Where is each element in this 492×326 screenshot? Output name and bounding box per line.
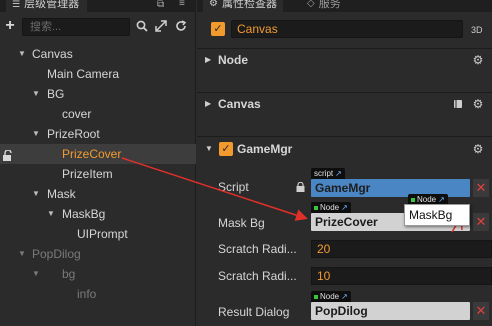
tree-node-label: UIPrompt (77, 227, 128, 241)
tree-node-label: Canvas (32, 47, 73, 61)
hierarchy-toolbar: + (0, 14, 196, 40)
section-canvas-title: Canvas (218, 97, 261, 111)
script-tag-label: script (314, 169, 334, 178)
expand-arrow-icon[interactable]: ▼ (17, 44, 27, 64)
clear-script-button[interactable]: ✕ (473, 179, 489, 197)
cloud-icon: ◇ (307, 0, 315, 9)
add-node-button[interactable]: + (3, 18, 17, 34)
3d-toggle[interactable]: 3D (471, 25, 483, 35)
prop-scratch-radius-2-label: Scratch Radi... (218, 269, 297, 283)
tree-node-label: info (77, 287, 97, 301)
expand-arrow-icon[interactable]: ▼ (17, 244, 27, 264)
search-icon[interactable] (135, 20, 149, 34)
tree-node-label: Mask (47, 187, 76, 201)
tree-node-label: PrizeItem (62, 167, 113, 181)
expand-arrow-icon[interactable]: ▼ (31, 264, 41, 284)
tree-node-main-camera[interactable]: Main Camera (0, 64, 196, 84)
maximize-icon[interactable]: ⧉ (157, 0, 164, 10)
hierarchy-panel: ☰ 层级管理器 ⧉ ≡ + ▼ Canvas Main Camera ▼ BG … (0, 0, 196, 326)
inspector-panel: ⚙ 属性检查器 ◇ 服务 ✓ Canvas 3D ▶ Node ⚙ ▶ Canv… (197, 0, 492, 326)
hierarchy-icon: ☰ (12, 0, 21, 9)
tree-node-uiprompt[interactable]: UIPrompt (0, 224, 196, 244)
node-type-tag: Node ↗ (311, 291, 351, 302)
tab-hierarchy[interactable]: ☰ 层级管理器 (6, 0, 88, 12)
clear-result-dialog-button[interactable]: ✕ (473, 302, 489, 320)
collapse-arrow-icon[interactable]: ▶ (205, 93, 211, 115)
lock-icon[interactable] (2, 148, 12, 161)
tree-node-label: PopDilog (32, 247, 81, 261)
tree-node-bg[interactable]: ▼ BG (0, 84, 196, 104)
hierarchy-tabbar: ☰ 层级管理器 ⧉ ≡ (0, 0, 196, 12)
tree-node-label: cover (62, 107, 92, 121)
tree-node-prizeitem[interactable]: PrizeItem (0, 164, 196, 184)
hierarchy-search-input[interactable] (30, 21, 129, 33)
open-external-icon[interactable]: ↗ (341, 291, 348, 302)
expand-arrow-icon[interactable]: ▼ (31, 84, 41, 104)
tree-node-bg-child[interactable]: ▼ bg (0, 264, 196, 284)
tree-node-label: bg (62, 267, 76, 281)
tree-node-cover[interactable]: cover (0, 104, 196, 124)
lock-icon (296, 181, 305, 195)
tree-node-label: MaskBg (62, 207, 106, 221)
clear-maskbg-button[interactable]: ✕ (473, 213, 489, 231)
refresh-icon[interactable] (174, 20, 188, 34)
gear-icon[interactable]: ⚙ (472, 143, 484, 155)
tab-service[interactable]: ◇ 服务 (301, 0, 347, 12)
tab-hierarchy-label: 层级管理器 (24, 0, 80, 10)
tab-inspector[interactable]: ⚙ 属性检查器 (203, 0, 283, 12)
section-gamemgr-title: GameMgr (237, 142, 293, 156)
prop-maskbg-label: Mask Bg (218, 216, 265, 230)
tree-node-prizecover[interactable]: PrizeCover (0, 144, 196, 164)
result-dialog-field[interactable]: PopDilog (311, 302, 470, 320)
expand-arrow-icon[interactable]: ▼ (31, 184, 41, 204)
tree-node-prizeroot[interactable]: ▼ PrizeRoot (0, 124, 196, 144)
node-type-tag: Node ↗ (311, 202, 351, 213)
tree-node-label: PrizeRoot (47, 127, 100, 141)
prop-result-dialog-label: Result Dialog (218, 305, 290, 319)
tree-node-label: BG (47, 87, 65, 101)
node-dot-icon (314, 205, 318, 210)
tree-node-label: Main Camera (47, 67, 120, 81)
drag-preview-maskbg: MaskBg (404, 204, 470, 226)
prop-script-label: Script (218, 180, 249, 194)
node-active-checkbox[interactable]: ✓ (211, 22, 225, 36)
section-node[interactable]: ▶ Node ⚙ (197, 48, 492, 70)
tree-node-canvas[interactable]: ▼ Canvas (0, 44, 196, 64)
prop-scratch-radius-1-label: Scratch Radi... (218, 242, 297, 256)
tree-node-label: PrizeCover (62, 147, 122, 161)
scratch-radius-2-input[interactable]: 10 (311, 267, 492, 285)
tree-node-info[interactable]: info (0, 284, 196, 304)
expand-arrow-icon[interactable]: ▼ (46, 204, 56, 224)
tree-node-popdilog[interactable]: ▼ PopDilog (0, 244, 196, 264)
open-external-icon[interactable]: ↗ (341, 202, 348, 213)
inspector-tabbar: ⚙ 属性检查器 ◇ 服务 (197, 0, 492, 12)
tab-inspector-label: 属性检查器 (221, 0, 277, 10)
collapse-arrow-icon[interactable]: ▶ (205, 49, 211, 71)
tree-node-mask[interactable]: ▼ Mask (0, 184, 196, 204)
node-dot-icon (411, 197, 415, 202)
scratch-radius-1-input[interactable]: 20 (311, 240, 492, 258)
node-dot-icon (314, 294, 318, 299)
component-enabled-checkbox[interactable]: ✓ (219, 142, 233, 156)
section-node-title: Node (218, 53, 248, 67)
gear-icon[interactable]: ⚙ (472, 54, 484, 66)
menu-icon[interactable]: ≡ (179, 0, 185, 9)
gear-icon: ⚙ (209, 0, 218, 9)
script-type-tag: script ↗ (311, 168, 345, 179)
expand-all-icon[interactable] (154, 20, 168, 34)
tree-node-maskbg[interactable]: ▼ MaskBg (0, 204, 196, 224)
node-header: ✓ Canvas 3D (197, 16, 492, 42)
help-book-icon[interactable] (453, 99, 463, 109)
tab-service-label: 服务 (318, 0, 341, 10)
open-external-icon[interactable]: ↗ (335, 168, 342, 179)
expand-arrow-icon[interactable]: ▼ (205, 137, 213, 161)
result-tag-label: Node (320, 292, 340, 301)
maskbg-tag-label: Node (320, 203, 340, 212)
hierarchy-search[interactable] (22, 18, 130, 36)
section-gamemgr[interactable]: ▼ ✓ GameMgr ⚙ (197, 136, 492, 160)
section-canvas[interactable]: ▶ Canvas ⚙ (197, 92, 492, 114)
gear-icon[interactable]: ⚙ (472, 98, 484, 110)
expand-arrow-icon[interactable]: ▼ (31, 124, 41, 144)
node-name-input[interactable]: Canvas (231, 20, 463, 38)
